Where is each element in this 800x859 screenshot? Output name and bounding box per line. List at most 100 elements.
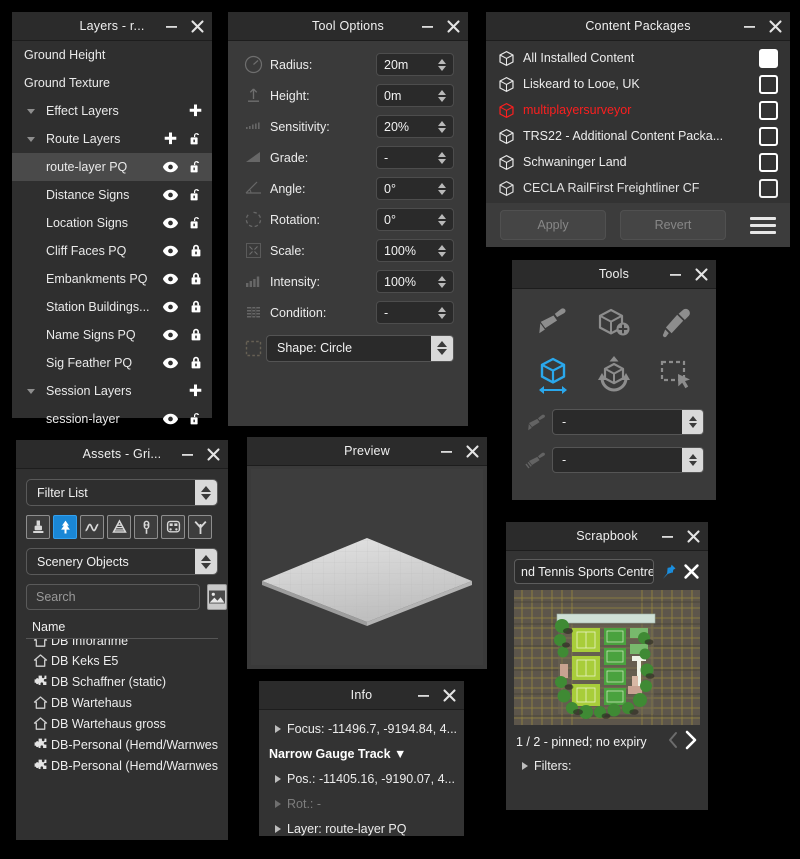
- rotation-stepper[interactable]: 0°: [376, 208, 454, 231]
- eye-icon[interactable]: [162, 243, 179, 260]
- minimize-icon[interactable]: [742, 19, 756, 33]
- train-icon[interactable]: [161, 515, 185, 539]
- track-spline-icon[interactable]: [80, 515, 104, 539]
- stepper-arrows[interactable]: [195, 480, 217, 505]
- info-row-focus[interactable]: Focus: -11496.7, -9194.84, 4...: [259, 716, 464, 741]
- close-icon[interactable]: [190, 19, 204, 33]
- stepper-arrows[interactable]: [433, 151, 453, 164]
- eye-icon[interactable]: [162, 411, 179, 428]
- search-input[interactable]: [27, 589, 199, 605]
- scenery-tree-icon[interactable]: [53, 515, 77, 539]
- height-stepper[interactable]: 0m: [376, 84, 454, 107]
- rotate-object-icon[interactable]: [583, 349, 644, 401]
- stepper-arrows[interactable]: [433, 58, 453, 71]
- eye-icon[interactable]: [162, 271, 179, 288]
- layer-row[interactable]: Name Signs PQ: [12, 321, 212, 349]
- chevron-right-icon[interactable]: [269, 799, 287, 809]
- layer-row[interactable]: Distance Signs: [12, 181, 212, 209]
- lock-icon[interactable]: [187, 243, 204, 260]
- unlock-icon[interactable]: [187, 159, 204, 176]
- layer-row[interactable]: Location Signs: [12, 209, 212, 237]
- intensity-stepper[interactable]: 100%: [376, 270, 454, 293]
- asset-row[interactable]: DB Keks E5: [26, 650, 218, 671]
- content-package-row[interactable]: All Installed Content: [486, 45, 790, 71]
- paint-brush-icon[interactable]: [522, 297, 583, 349]
- info-row-rotation[interactable]: Rot.: -: [259, 791, 464, 816]
- minimize-icon[interactable]: [164, 19, 178, 33]
- layer-row[interactable]: Station Buildings...: [12, 293, 212, 321]
- stepper-arrows[interactable]: [433, 120, 453, 133]
- chevron-right-icon[interactable]: [269, 724, 287, 734]
- chevron-left-icon[interactable]: [666, 731, 680, 752]
- eye-icon[interactable]: [162, 159, 179, 176]
- condition-stepper[interactable]: -: [376, 301, 454, 324]
- chevron-down-icon[interactable]: [24, 106, 38, 116]
- unlock-icon[interactable]: [187, 215, 204, 232]
- unlock-icon[interactable]: [187, 187, 204, 204]
- stepper-arrows[interactable]: [433, 213, 453, 226]
- content-package-row[interactable]: TRS22 - Additional Content Packa...: [486, 123, 790, 149]
- minimize-icon[interactable]: [420, 19, 434, 33]
- radius-stepper[interactable]: 20m: [376, 53, 454, 76]
- minimize-icon[interactable]: [668, 267, 682, 281]
- close-icon[interactable]: [686, 529, 700, 543]
- chevron-right-icon[interactable]: [516, 761, 534, 771]
- info-row-position[interactable]: Pos.: -11405.16, -9190.07, 4...: [259, 766, 464, 791]
- eye-icon[interactable]: [162, 215, 179, 232]
- search-box[interactable]: [26, 584, 200, 610]
- filter-list-select[interactable]: Filter List: [26, 479, 218, 506]
- stepper-arrows[interactable]: [433, 275, 453, 288]
- close-icon[interactable]: [206, 447, 220, 461]
- stepper-arrows[interactable]: [433, 306, 453, 319]
- close-icon[interactable]: [442, 688, 456, 702]
- chevron-down-icon[interactable]: [24, 386, 38, 396]
- eye-icon[interactable]: [162, 187, 179, 204]
- close-icon[interactable]: [465, 444, 479, 458]
- asset-row[interactable]: DB Inforahme: [26, 639, 218, 650]
- grass-icon[interactable]: [188, 515, 212, 539]
- minimize-icon[interactable]: [439, 444, 453, 458]
- texture-brush-icon[interactable]: [26, 515, 50, 539]
- apply-button[interactable]: Apply: [500, 210, 606, 240]
- content-package-row[interactable]: Schwaninger Land: [486, 149, 790, 175]
- chevron-right-icon[interactable]: [269, 774, 287, 784]
- unlock-icon[interactable]: [187, 411, 204, 428]
- stepper-arrows[interactable]: [433, 89, 453, 102]
- asset-row[interactable]: DB-Personal (Hemd/Warnweste): [26, 734, 218, 755]
- stepper-arrows[interactable]: [682, 410, 703, 434]
- move-object-icon[interactable]: [522, 349, 583, 401]
- pin-icon[interactable]: [660, 563, 677, 580]
- stepper-arrows[interactable]: [195, 549, 217, 574]
- scale-stepper[interactable]: 100%: [376, 239, 454, 262]
- plus-icon[interactable]: [162, 131, 179, 148]
- lock-icon[interactable]: [187, 327, 204, 344]
- eye-icon[interactable]: [162, 355, 179, 372]
- layer-group-effect[interactable]: Effect Layers: [12, 97, 212, 125]
- asset-row[interactable]: DB Wartehaus: [26, 692, 218, 713]
- layer-row[interactable]: Embankments PQ: [12, 265, 212, 293]
- close-icon[interactable]: [694, 267, 708, 281]
- layer-group-session[interactable]: Session Layers: [12, 377, 212, 405]
- close-icon[interactable]: [446, 19, 460, 33]
- lock-icon[interactable]: [187, 299, 204, 316]
- stepper-arrows[interactable]: [433, 244, 453, 257]
- eye-icon[interactable]: [162, 299, 179, 316]
- content-package-row-error[interactable]: multiplayersurveyor: [486, 97, 790, 123]
- asset-row[interactable]: DB Wartehaus gross: [26, 713, 218, 734]
- minimize-icon[interactable]: [660, 529, 674, 543]
- chevron-right-icon[interactable]: [682, 730, 700, 753]
- angle-stepper[interactable]: 0°: [376, 177, 454, 200]
- eyedropper-icon[interactable]: [645, 297, 706, 349]
- content-package-row[interactable]: CECLA RailFirst Freightliner CF: [486, 175, 790, 201]
- lock-icon[interactable]: [187, 355, 204, 372]
- chevron-right-icon[interactable]: [269, 824, 287, 834]
- stepper-arrows[interactable]: [433, 182, 453, 195]
- grade-stepper[interactable]: -: [376, 146, 454, 169]
- content-package-checkbox[interactable]: [759, 74, 778, 94]
- tool-select-2[interactable]: -: [552, 447, 704, 473]
- revert-button[interactable]: Revert: [620, 210, 726, 240]
- close-icon[interactable]: [768, 19, 782, 33]
- minimize-icon[interactable]: [416, 688, 430, 702]
- layer-row[interactable]: Ground Texture: [12, 69, 212, 97]
- asset-category-select[interactable]: Scenery Objects: [26, 548, 218, 575]
